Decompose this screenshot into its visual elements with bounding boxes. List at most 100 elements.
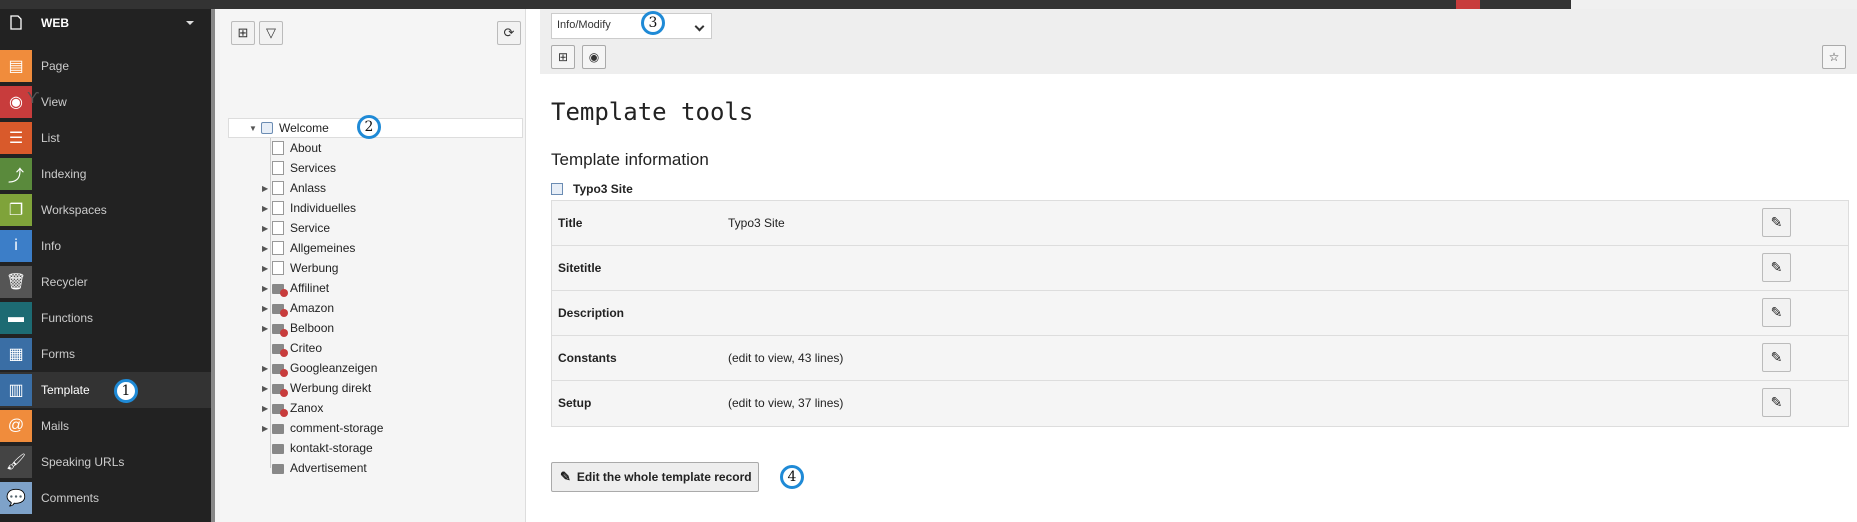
doc-header [540, 9, 1857, 75]
tree-node-label: Googleanzeigen [290, 361, 378, 375]
topbar-notification[interactable] [1456, 0, 1480, 9]
tree-node[interactable]: Advertisement [262, 458, 367, 478]
expand-icon[interactable]: ▶ [262, 224, 272, 233]
module-item-comments[interactable]: 💬 Comments [0, 480, 211, 516]
refresh-button[interactable]: ⟳ [497, 21, 521, 45]
row-label: Title [558, 216, 583, 230]
expand-icon[interactable]: ▶ [262, 284, 272, 293]
tree-node-label: Affilinet [290, 281, 330, 295]
comments-module-icon: 💬 [0, 482, 32, 514]
expand-icon[interactable]: ▶ [262, 324, 272, 333]
function-select[interactable]: Info/Modify [551, 13, 712, 39]
module-group-label: WEB [41, 16, 69, 30]
bookmark-button[interactable]: ☆ [1822, 45, 1846, 69]
new-page-button[interactable]: ⊞ [231, 21, 255, 45]
tree-node-label: Service [290, 221, 331, 235]
pencil-icon: ✎ [1770, 349, 1783, 365]
tree-node[interactable]: About [262, 138, 321, 158]
info-module-icon: i [0, 230, 32, 262]
module-item-template[interactable]: ▥ Template [0, 372, 211, 408]
tree-node[interactable]: Services [262, 158, 336, 178]
tree-node[interactable]: ▶ comment-storage [262, 418, 383, 438]
module-item-label: Workspaces [41, 203, 107, 217]
module-item-label: List [41, 131, 60, 145]
tree-node[interactable]: ▶ Individuelles [262, 198, 356, 218]
module-item-indexing[interactable]: ⤴ Indexing [0, 156, 211, 192]
module-item-page[interactable]: ▤ Page [0, 48, 211, 84]
tree-node-label: kontakt-storage [290, 441, 373, 455]
edit-template-button[interactable]: ⊞ [551, 45, 575, 69]
tree-node[interactable]: ▶ Zanox [262, 398, 323, 418]
view-template-button[interactable]: ◉ [582, 45, 606, 69]
collapse-icon[interactable]: ▼ [249, 124, 259, 133]
module-item-workspaces[interactable]: ❐ Workspaces [0, 192, 211, 228]
hidden-folder-icon [272, 304, 288, 317]
expand-icon[interactable]: ▶ [262, 404, 272, 413]
callout-marker: 2 [357, 115, 381, 139]
filter-button[interactable]: ▽ [259, 21, 283, 45]
table-row: Sitetitle ✎ [552, 246, 1848, 291]
template-record-icon [551, 183, 563, 195]
expand-icon[interactable]: ▶ [262, 304, 272, 313]
row-label: Setup [558, 396, 592, 410]
tree-node[interactable]: ▶ Belboon [262, 318, 334, 338]
tree-node-label: Advertisement [290, 461, 367, 475]
tree-node[interactable]: ▶ Werbung direkt [262, 378, 371, 398]
module-item-functions[interactable]: ▬ Functions [0, 300, 211, 336]
edit-row-button[interactable]: ✎ [1762, 343, 1791, 372]
edit-row-button[interactable]: ✎ [1762, 253, 1791, 282]
module-item-list[interactable]: ☰ List [0, 120, 211, 156]
expand-icon[interactable]: ▶ [262, 244, 272, 253]
tree-node[interactable]: ▶ Affilinet [262, 278, 329, 298]
list-module-icon: ☰ [0, 122, 32, 154]
page-icon [272, 261, 284, 275]
edit-row-button[interactable]: ✎ [1762, 298, 1791, 327]
module-item-speaking-urls[interactable]: 🖌 Speaking URLs [0, 444, 211, 480]
template-info-table: Title Typo3 Site ✎ Sitetitle ✎ Description ✎ Co… [551, 200, 1849, 427]
tree-node-label: Individuelles [290, 201, 357, 215]
edit-record-icon: ⊞ [557, 50, 569, 64]
tree-node[interactable]: ▶ Werbung [262, 258, 338, 278]
hidden-folder-icon [272, 404, 288, 417]
tree-node-label: Criteo [290, 341, 323, 355]
chevron-down-icon[interactable] [186, 21, 194, 25]
module-item-label: Recycler [41, 275, 88, 289]
speaking-urls-module-icon: 🖌 [0, 446, 32, 478]
tree-node[interactable]: ▶ Service [262, 218, 330, 238]
tree-node[interactable]: ▶ Anlass [262, 178, 326, 198]
module-item-forms[interactable]: ▦ Forms [0, 336, 211, 372]
tree-node[interactable]: kontakt-storage [262, 438, 373, 458]
expand-icon[interactable]: ▶ [262, 184, 272, 193]
tree-node[interactable]: Criteo [262, 338, 322, 358]
edit-whole-template-button[interactable]: ✎ Edit the whole template record [551, 462, 759, 492]
row-value: (edit to view, 43 lines) [728, 351, 844, 365]
expand-icon[interactable]: ▶ [262, 204, 272, 213]
expand-icon[interactable]: ▶ [262, 364, 272, 373]
edit-record-icon: ✎ [560, 469, 571, 484]
filter-icon: ▽ [266, 25, 276, 40]
page-icon [272, 241, 284, 255]
forms-module-icon: ▦ [0, 338, 32, 370]
module-item-label: Speaking URLs [41, 455, 125, 469]
module-item-label: Functions [41, 311, 94, 325]
folder-icon [272, 444, 284, 454]
edit-row-button[interactable]: ✎ [1762, 388, 1791, 417]
module-group-web[interactable]: WEB [0, 9, 211, 37]
edit-row-button[interactable]: ✎ [1762, 208, 1791, 237]
record-title: Typo3 Site [551, 182, 633, 196]
module-item-info[interactable]: i Info [0, 228, 211, 264]
module-item-recycler[interactable]: 🗑 Recycler [0, 264, 211, 300]
expand-icon[interactable]: ▶ [262, 424, 272, 433]
section-title: Template information [551, 150, 709, 169]
tree-node[interactable]: ▶ Googleanzeigen [262, 358, 377, 378]
page-icon [272, 181, 284, 195]
page-icon [272, 221, 284, 235]
tree-node[interactable]: ▶ Allgemeines [262, 238, 355, 258]
expand-icon[interactable]: ▶ [262, 264, 272, 273]
expand-icon[interactable]: ▶ [262, 384, 272, 393]
mails-module-icon: @ [0, 410, 32, 442]
module-item-mails[interactable]: @ Mails [0, 408, 211, 444]
tree-node[interactable]: ▶ Amazon [262, 298, 334, 318]
typo3-logo-icon: ϒ [27, 90, 40, 107]
module-item-label: Info [41, 239, 62, 253]
